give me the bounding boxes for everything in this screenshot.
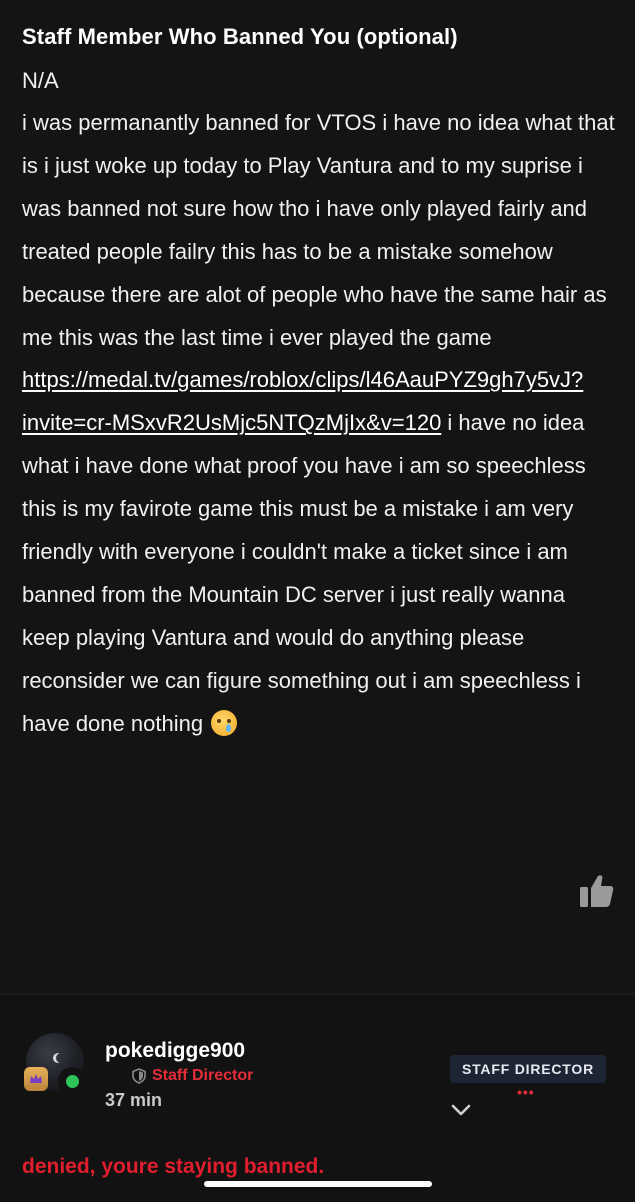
- chevron-down-icon[interactable]: [450, 1103, 472, 1117]
- reply-role: Staff Director: [152, 1067, 254, 1084]
- shield-icon: [132, 1068, 146, 1084]
- online-status-icon: [58, 1067, 86, 1095]
- post-body-text-2: i have no idea what i have done what pro…: [22, 410, 586, 736]
- reply-username[interactable]: pokedigge900: [105, 1039, 245, 1063]
- role-line: Staff Director: [132, 1067, 253, 1085]
- thumbs-up-icon[interactable]: [578, 872, 616, 910]
- crown-icon: [24, 1067, 48, 1091]
- reply-time: 37 min: [105, 1090, 163, 1110]
- ban-appeal-post: Staff Member Who Banned You (optional) N…: [0, 0, 635, 993]
- field-label: Staff Member Who Banned You (optional): [22, 24, 458, 49]
- crying-face-icon: [211, 709, 238, 736]
- staff-director-badge: STAFF DIRECTOR: [450, 1055, 606, 1083]
- more-options-button[interactable]: •••: [517, 1085, 535, 1099]
- post-body-text-1: i was permanantly banned for VTOS i have…: [22, 110, 615, 350]
- field-value: N/A: [22, 68, 59, 93]
- post-body: i was permanantly banned for VTOS i have…: [22, 102, 618, 746]
- avatar[interactable]: [24, 1033, 92, 1099]
- home-indicator[interactable]: [204, 1181, 432, 1187]
- reply-message: denied, youre staying banned.: [22, 1155, 325, 1178]
- staff-reply: pokedigge900 Staff Director 37 min STAFF…: [0, 993, 635, 1202]
